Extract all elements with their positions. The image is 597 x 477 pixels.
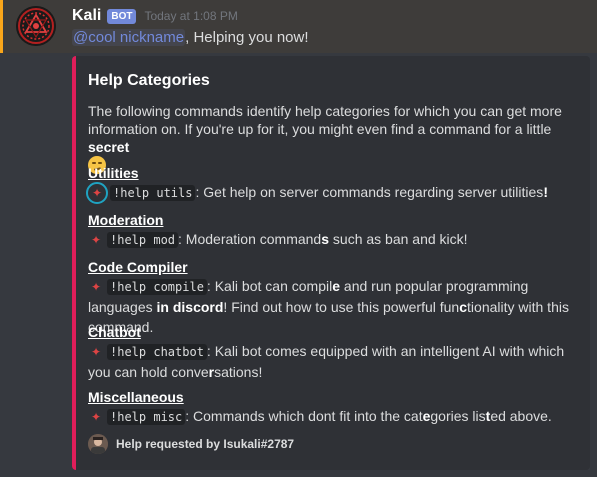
message-content: @cool nickname, Helping you now! xyxy=(72,29,309,46)
field-value: ✦ !help mod: Moderation commands such as … xyxy=(88,229,578,250)
message-header: Kali BOT Today at 1:08 PM xyxy=(72,6,238,26)
sparkle-icon: ✦ xyxy=(90,345,102,359)
message-text: , Helping you now! xyxy=(185,29,309,46)
field-value: ✦ !help chatbot: Kali bot comes equipped … xyxy=(88,343,565,380)
sparkle-icon: ✦ xyxy=(90,280,102,294)
command-code: !help chatbot xyxy=(107,344,207,360)
username[interactable]: Kali xyxy=(72,7,101,25)
field-name: Moderation xyxy=(88,212,164,228)
command-code: !help utils xyxy=(110,185,196,201)
sparkle-icon: ✦ xyxy=(86,182,108,204)
bot-avatar-emblem-icon xyxy=(16,6,56,46)
field-name: Chatbot xyxy=(88,324,141,340)
requester-avatar-icon xyxy=(88,434,108,454)
field-name: Utilities xyxy=(88,165,139,181)
field-value: ✦ !help utils: Get help on server command… xyxy=(86,182,578,204)
mention-highlight-bar xyxy=(0,0,3,53)
bot-avatar[interactable] xyxy=(16,6,56,46)
field-name: Miscellaneous xyxy=(88,389,184,405)
field-moderation: Moderation ✦ !help mod: Moderation comman… xyxy=(88,211,578,250)
bot-badge: BOT xyxy=(107,8,137,24)
help-embed: Help Categories The following commands i… xyxy=(72,56,590,470)
description-bold: secret xyxy=(88,139,130,155)
command-code: !help mod xyxy=(107,232,179,248)
description-text: The following commands identify help cat… xyxy=(88,103,562,137)
embed-title: Help Categories xyxy=(88,72,210,89)
sparkle-icon: ✦ xyxy=(90,410,102,424)
requester-avatar xyxy=(88,434,108,454)
field-name: Code Compiler xyxy=(88,259,188,275)
user-mention[interactable]: @cool nickname xyxy=(72,29,186,46)
command-code: !help misc xyxy=(107,409,186,425)
field-chatbot: Chatbot ✦ !help chatbot: Kali bot comes e… xyxy=(88,323,578,382)
field-miscellaneous: Miscellaneous ✦ !help misc: Commands whic… xyxy=(88,388,578,427)
command-code: !help compile xyxy=(107,279,207,295)
field-value: ✦ !help misc: Commands which dont fit int… xyxy=(88,406,578,427)
message-timestamp: Today at 1:08 PM xyxy=(144,9,238,23)
sparkle-icon: ✦ xyxy=(90,233,102,247)
footer-text: Help requested by Isukali#2787 xyxy=(116,437,295,451)
field-utilities: Utilities ✦ !help utils: Get help on serv… xyxy=(86,164,578,204)
chat-message: Kali BOT Today at 1:08 PM @cool nickname… xyxy=(0,0,597,477)
embed-footer: Help requested by Isukali#2787 xyxy=(88,434,294,454)
